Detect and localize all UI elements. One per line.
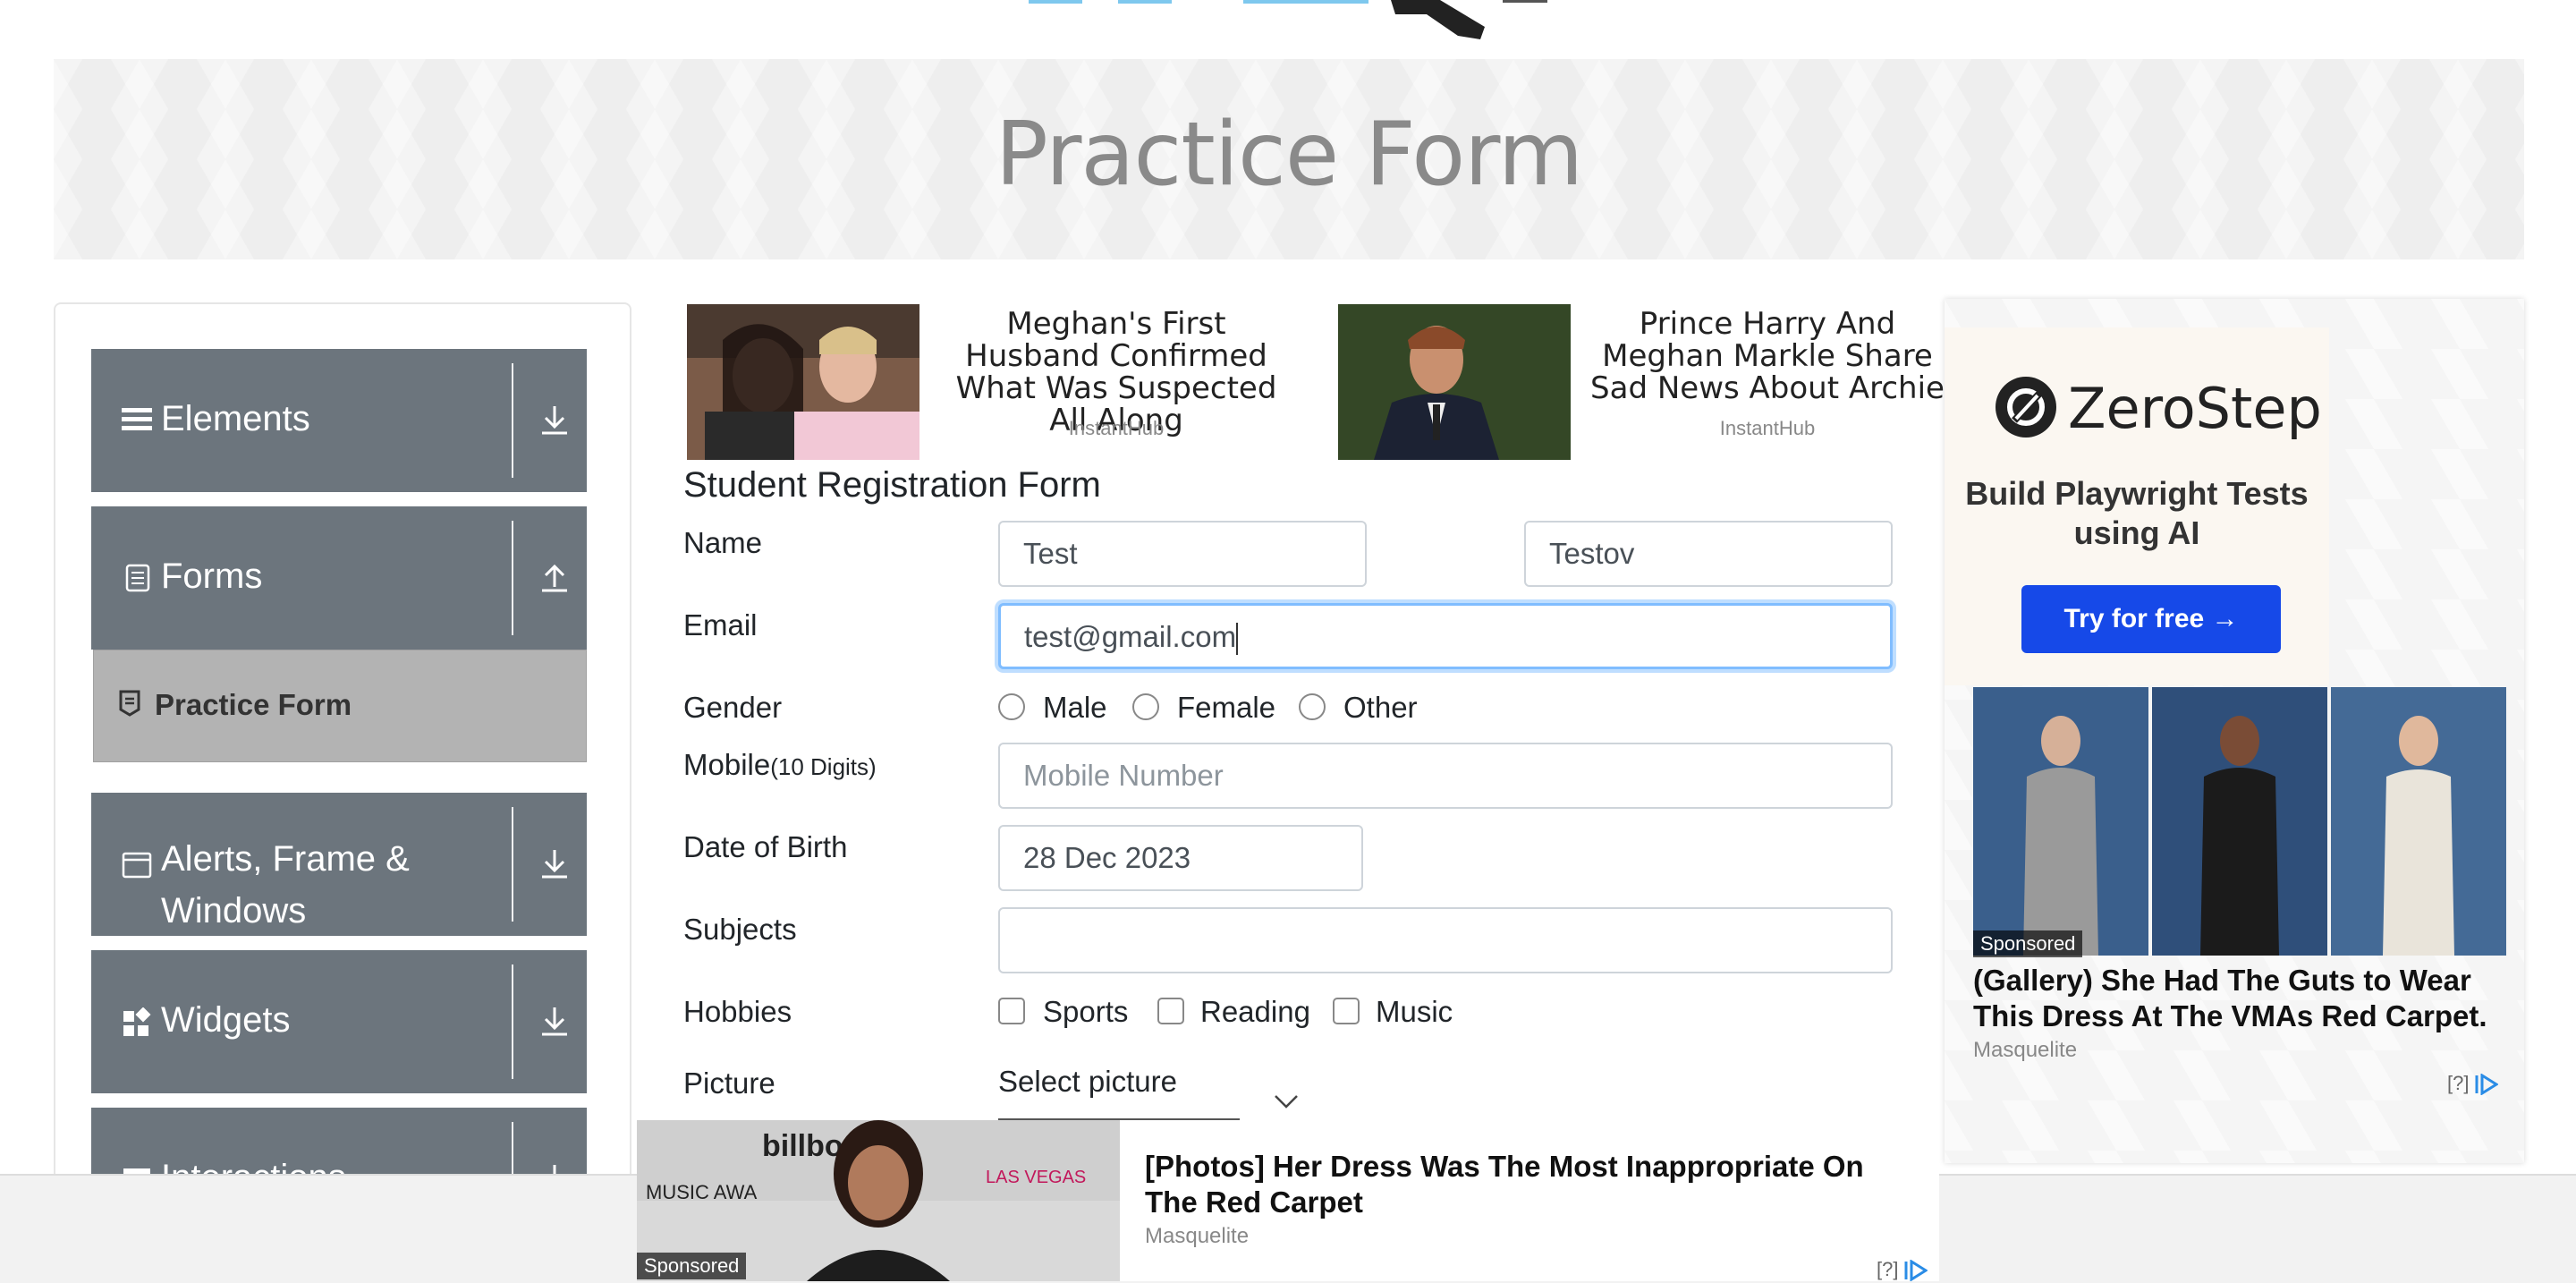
- adchoices-icon: [1904, 1259, 1928, 1282]
- sidebar-item-label: Practice Form: [155, 688, 352, 721]
- first-name-input[interactable]: Test: [998, 521, 1367, 587]
- sidebar-item-practice-form[interactable]: Practice Form: [93, 650, 587, 762]
- sidebar-group-label: Forms: [161, 557, 263, 596]
- hobby-checkbox-music[interactable]: [1333, 998, 1360, 1024]
- window-icon: [122, 852, 152, 879]
- group-divider: [512, 807, 513, 922]
- mobile-hint: (10 Digits): [770, 753, 877, 780]
- hamburger-icon: [122, 408, 152, 430]
- group-divider: [512, 964, 513, 1079]
- sponsored-badge: Sponsored: [1973, 930, 2083, 957]
- ad-image[interactable]: [1973, 687, 2510, 956]
- hobby-option-label[interactable]: Music: [1376, 995, 1453, 1029]
- form-title: Student Registration Form: [683, 465, 1101, 505]
- gender-radio-other[interactable]: [1299, 693, 1326, 720]
- ad-image[interactable]: [687, 304, 919, 460]
- group-divider: [512, 521, 513, 635]
- hobby-checkbox-reading[interactable]: [1157, 998, 1184, 1024]
- bottom-ad[interactable]: billboard MUSIC AWA LAS VEGAS Sponsored …: [637, 1120, 1939, 1282]
- sidebar-group-label: Alerts, Frame &: [161, 839, 410, 879]
- subjects-input[interactable]: [998, 907, 1893, 973]
- subjects-label: Subjects: [683, 913, 797, 946]
- date-of-birth-input[interactable]: 28 Dec 2023: [998, 825, 1363, 891]
- adchoices-link[interactable]: [?]: [1877, 1258, 1928, 1282]
- sponsored-badge: Sponsored: [637, 1253, 747, 1279]
- ad-photo: [2152, 687, 2327, 956]
- ad-source: InstantHub: [1719, 417, 1816, 439]
- gender-label: Gender: [683, 691, 783, 724]
- gender-radio-female[interactable]: [1132, 693, 1159, 720]
- email-label: Email: [683, 608, 758, 642]
- sidebar-group-forms[interactable]: Forms: [91, 506, 587, 650]
- ad-photo: [1973, 687, 2148, 956]
- sidebar-group-alerts[interactable]: Alerts, Frame & Windows: [91, 793, 587, 936]
- picture-label: Picture: [683, 1066, 775, 1100]
- zerostep-logo-icon: [1996, 377, 2056, 438]
- ad-title[interactable]: Prince Harry And Meghan Markle Share Sad…: [1589, 308, 1946, 404]
- zerostep-brand: ZeroStep: [2068, 376, 2322, 441]
- adchoices-link[interactable]: [?]: [2447, 1072, 2499, 1096]
- last-name-input[interactable]: Testov: [1524, 521, 1893, 587]
- dob-label: Date of Birth: [683, 830, 848, 863]
- page-banner: Practice Form: [54, 59, 2524, 259]
- sidebar-group-label: Elements: [161, 399, 310, 438]
- adchoices-text: [?]: [2447, 1072, 2470, 1094]
- hobby-option-label[interactable]: Reading: [1200, 995, 1310, 1029]
- ad-title[interactable]: [Photos] Her Dress Was The Most Inapprop…: [1145, 1149, 1914, 1220]
- form-icon: [119, 690, 140, 717]
- select-picture-button[interactable]: Select picture: [998, 1065, 1177, 1099]
- ad-source: InstantHub: [1068, 417, 1165, 439]
- ad-title[interactable]: (Gallery) She Had The Guts to Wear This …: [1973, 963, 2510, 1034]
- text-cursor: [1236, 623, 1239, 656]
- sidebar-group-label-line2: Windows: [161, 891, 307, 930]
- try-for-free-button[interactable]: Try for free →: [2021, 585, 2281, 653]
- adchoices-text: [?]: [1877, 1258, 1899, 1280]
- mobile-label-text: Mobile: [683, 748, 771, 781]
- ad-photo: [2331, 687, 2506, 956]
- download-arrow-icon[interactable]: [537, 1004, 572, 1040]
- widgets-icon: [123, 1007, 151, 1036]
- email-input[interactable]: test@gmail.com: [998, 603, 1893, 669]
- email-value: test@gmail.com: [1024, 620, 1237, 653]
- svg-text:LAS VEGAS: LAS VEGAS: [986, 1168, 1086, 1187]
- mobile-input[interactable]: Mobile Number: [998, 743, 1893, 809]
- gender-option-label[interactable]: Male: [1043, 691, 1107, 725]
- svg-text:MUSIC AWA: MUSIC AWA: [646, 1181, 758, 1203]
- zerostep-ad[interactable]: ZeroStep Build Playwright Tests using AI…: [1945, 327, 2329, 685]
- upload-arrow-icon[interactable]: [537, 560, 572, 596]
- sidebar: Elements Forms Practice Form Alerts, Fra…: [54, 302, 631, 1201]
- gender-radio-male[interactable]: [998, 693, 1025, 720]
- sidebar-group-widgets[interactable]: Widgets: [91, 950, 587, 1093]
- chevron-down-icon[interactable]: [1274, 1093, 1299, 1109]
- top-ad-strip: Meghan's First Husband Confirmed What Wa…: [685, 304, 1946, 463]
- ad-source: Masquelite: [1973, 1038, 2078, 1062]
- ad-source: Masquelite: [1145, 1224, 1250, 1248]
- site-logo[interactable]: [1020, 0, 1592, 41]
- gender-option-label[interactable]: Other: [1343, 691, 1418, 725]
- gender-option-label[interactable]: Female: [1177, 691, 1275, 725]
- ad-image[interactable]: [1338, 304, 1571, 460]
- zerostep-tagline: Build Playwright Tests using AI: [1965, 475, 2309, 551]
- page-title: Practice Form: [995, 104, 1583, 206]
- hobby-checkbox-sports[interactable]: [998, 998, 1025, 1024]
- sidebar-group-label: Widgets: [161, 1000, 291, 1040]
- download-arrow-icon[interactable]: [537, 846, 572, 882]
- sidebar-group-elements[interactable]: Elements: [91, 349, 587, 492]
- download-arrow-icon[interactable]: [537, 403, 572, 438]
- hobbies-label: Hobbies: [683, 995, 792, 1028]
- document-icon: [125, 564, 150, 592]
- group-divider: [512, 363, 513, 478]
- adchoices-icon: [2475, 1073, 2499, 1096]
- name-label: Name: [683, 526, 763, 559]
- hobby-option-label[interactable]: Sports: [1043, 995, 1128, 1029]
- mobile-label: Mobile(10 Digits): [683, 748, 877, 782]
